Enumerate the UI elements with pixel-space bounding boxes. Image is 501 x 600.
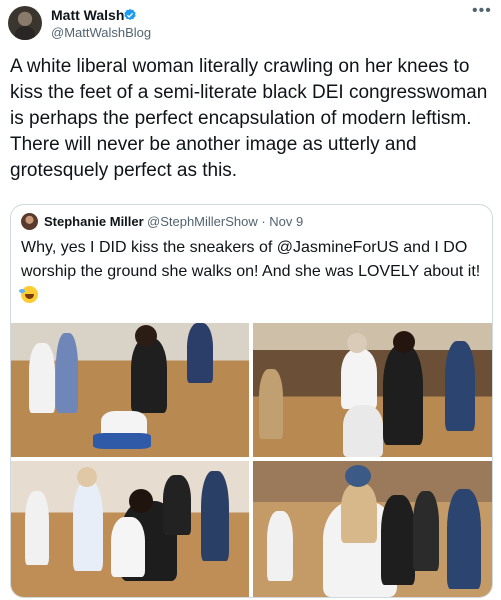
- photo-3[interactable]: [11, 461, 249, 597]
- rofl-emoji-icon: [19, 286, 38, 303]
- photo-2[interactable]: [253, 323, 492, 457]
- quoted-author-avatar: [21, 213, 38, 230]
- author-name[interactable]: Matt Walsh: [51, 7, 124, 23]
- quoted-author-name: Stephanie Miller: [44, 214, 144, 229]
- verified-badge-icon: [124, 8, 136, 21]
- author-handle[interactable]: @MattWalshBlog: [51, 25, 151, 40]
- photo-1[interactable]: [11, 323, 249, 457]
- more-icon[interactable]: •••: [472, 2, 492, 20]
- tweet-text: A white liberal woman literally crawling…: [10, 56, 488, 181]
- photo-4[interactable]: [253, 461, 492, 597]
- author-avatar[interactable]: [8, 6, 42, 40]
- quoted-tweet-text-wrap: Why, yes I DID kiss the sneakers of @Jas…: [19, 236, 483, 308]
- quoted-author-handle-date: @StephMillerShow · Nov 9: [147, 214, 304, 229]
- quoted-tweet-card[interactable]: Stephanie Miller @StephMillerShow · Nov …: [10, 204, 493, 598]
- quoted-tweet-text: Why, yes I DID kiss the sneakers of @Jas…: [21, 239, 481, 280]
